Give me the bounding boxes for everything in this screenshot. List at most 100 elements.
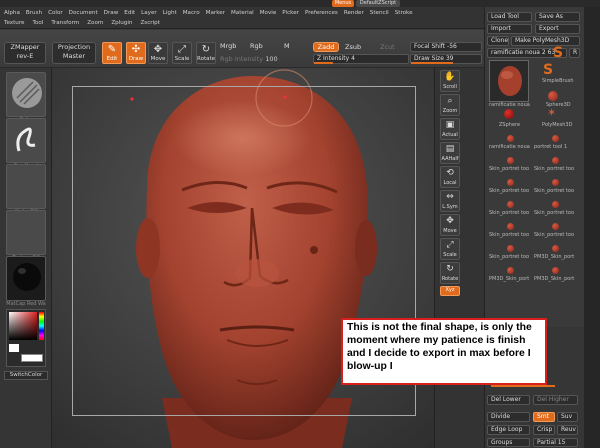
menu-item[interactable]: Picker xyxy=(282,10,299,16)
menu-item[interactable]: Draw xyxy=(104,10,119,16)
aahalf-button[interactable]: ▤ AAHalf xyxy=(440,142,460,164)
z-intensity-slider[interactable]: Z Intensity 4 xyxy=(313,54,409,64)
palette-scrollbar[interactable] xyxy=(584,7,600,448)
sphere3d-icon[interactable] xyxy=(548,91,558,101)
scale-button[interactable]: ⤢ Scale xyxy=(172,42,192,64)
tool-thumbnail-icon[interactable] xyxy=(507,245,514,252)
divide-button[interactable]: Divide xyxy=(487,412,530,422)
save-as-button[interactable]: Save As xyxy=(535,12,580,22)
menu-item[interactable]: Zscript xyxy=(140,20,159,26)
draw-size-slider[interactable]: Draw Size 39 xyxy=(410,54,482,64)
tool-list-item[interactable]: Skin_portret too xyxy=(534,188,574,194)
crisp-button[interactable]: Crisp xyxy=(533,425,555,435)
tool-list-item[interactable]: Skin_portret too xyxy=(489,254,529,260)
zmapper-button[interactable]: ZMapper rev-E xyxy=(4,42,46,64)
tool-list-item[interactable]: portret tool 1 xyxy=(534,144,567,150)
material-tile[interactable] xyxy=(6,256,46,301)
menu-item[interactable]: Preferences xyxy=(305,10,338,16)
partial-slider[interactable]: Partial 15 xyxy=(533,438,578,447)
main-color-swatch[interactable] xyxy=(9,344,19,352)
tool-thumbnail-icon[interactable] xyxy=(507,135,514,142)
menu-item[interactable]: Edit xyxy=(124,10,135,16)
scroll-button[interactable]: ✋ Scroll xyxy=(440,70,460,92)
menu-item[interactable]: Document xyxy=(69,10,98,16)
brush-tile[interactable] xyxy=(6,72,46,117)
groups-button[interactable]: Groups xyxy=(487,438,530,447)
import-button[interactable]: Import xyxy=(487,24,532,34)
del-lower-button[interactable]: Del Lower xyxy=(487,395,530,405)
switch-color-button[interactable]: SwitchColor xyxy=(4,371,48,380)
edge-loop-button[interactable]: Edge Loop xyxy=(487,425,530,435)
tool-thumbnail-icon[interactable] xyxy=(552,135,559,142)
rgb-toggle[interactable]: Rgb xyxy=(250,42,263,50)
move-button[interactable]: ✥ Move xyxy=(440,214,460,236)
menu-item[interactable]: Render xyxy=(344,10,364,16)
focal-shift-slider[interactable]: Focal Shift -56 xyxy=(410,42,482,52)
tool-list-item[interactable]: Skin_portret too xyxy=(489,166,529,172)
menu-item[interactable]: Layer xyxy=(141,10,157,16)
smt-toggle[interactable]: Smt xyxy=(533,412,555,422)
alpha-tile[interactable] xyxy=(6,164,46,209)
tool-thumbnail-icon[interactable] xyxy=(552,201,559,208)
menu-item[interactable]: Stencil xyxy=(370,10,389,16)
simple-brush-icon[interactable]: S xyxy=(543,62,553,78)
tool-thumbnail-icon[interactable] xyxy=(507,179,514,186)
tool-list-item[interactable]: ramificatie noua xyxy=(489,144,530,150)
menu-item[interactable]: Stroke xyxy=(395,10,413,16)
menu-item[interactable]: Brush xyxy=(26,10,42,16)
projection-master-button[interactable]: Projection Master xyxy=(52,42,96,64)
menu-item[interactable]: Macro xyxy=(183,10,200,16)
rotate-button[interactable]: ↻ Rotate xyxy=(440,262,460,284)
stroke-tile[interactable] xyxy=(6,118,46,163)
tool-thumbnail-icon[interactable] xyxy=(552,157,559,164)
lsym-button[interactable]: ⇔ L.Sym xyxy=(440,190,460,212)
mrgb-toggle[interactable]: Mrgb xyxy=(220,42,236,50)
menu-item[interactable]: Marker xyxy=(206,10,225,16)
edit-button[interactable]: ✎ Edit xyxy=(102,42,122,64)
tool-thumbnail-icon[interactable] xyxy=(507,157,514,164)
del-higher-button[interactable]: Del Higher xyxy=(533,395,578,405)
tool-list-item[interactable]: Skin_portret too xyxy=(489,232,529,238)
menu-item[interactable]: Tool xyxy=(32,20,43,26)
tool-list-item[interactable]: Skin_portret too xyxy=(534,166,574,172)
secondary-color-swatch[interactable] xyxy=(21,354,43,362)
zcut-button[interactable]: Zcut xyxy=(380,43,395,51)
current-tool-thumbnail[interactable] xyxy=(489,60,529,102)
color-picker-square[interactable] xyxy=(9,312,37,340)
suv-toggle[interactable]: Suv xyxy=(557,412,578,422)
color-picker[interactable] xyxy=(6,309,46,367)
zsub-button[interactable]: Zsub xyxy=(345,43,361,51)
menus-button[interactable]: Menus xyxy=(332,0,354,7)
tool-list-item[interactable]: Skin_portret too xyxy=(489,210,529,216)
reuv-button[interactable]: Reuv xyxy=(557,425,578,435)
tool-list-item[interactable]: PM3D_Skin_port xyxy=(534,254,574,260)
local-button[interactable]: ⟲ Local xyxy=(440,166,460,188)
m-toggle[interactable]: M xyxy=(284,42,290,50)
move-button[interactable]: ✥ Move xyxy=(148,42,168,64)
zoom-button[interactable]: ⌕ Zoom xyxy=(440,94,460,116)
hue-strip[interactable] xyxy=(39,312,44,340)
clone-button[interactable]: Clone xyxy=(487,36,509,46)
tool-thumbnail-icon[interactable] xyxy=(552,267,559,274)
menu-item[interactable]: Zplugin xyxy=(111,20,132,26)
actual-size-button[interactable]: ▣ Actual xyxy=(440,118,460,140)
menu-item[interactable]: Transform xyxy=(51,20,79,26)
zsphere-icon[interactable] xyxy=(504,109,514,119)
rgb-intensity-slider[interactable]: Rgb Intensity 100 xyxy=(220,55,278,63)
xyz-button[interactable]: Xyz xyxy=(440,286,460,296)
menu-item[interactable]: Light xyxy=(163,10,177,16)
make-polymesh-button[interactable]: Make PolyMesh3D xyxy=(511,36,580,46)
default-zscript-button[interactable]: DefaultZScript xyxy=(356,0,400,7)
menu-item[interactable]: Color xyxy=(48,10,63,16)
tool-thumbnail-icon[interactable] xyxy=(507,201,514,208)
menu-item[interactable]: Material xyxy=(231,10,254,16)
tool-thumbnail-icon[interactable] xyxy=(507,223,514,230)
tool-list-item[interactable]: PM3D_Skin_port xyxy=(534,276,574,282)
menu-item[interactable]: Zoom xyxy=(87,20,103,26)
tool-list-item[interactable]: Skin_portret too xyxy=(489,188,529,194)
tool-thumbnail-icon[interactable] xyxy=(552,245,559,252)
menu-item[interactable]: Movie xyxy=(260,10,277,16)
rotate-button[interactable]: ↻ Rotate xyxy=(196,42,216,64)
tool-thumbnail-icon[interactable] xyxy=(552,179,559,186)
tool-list-item[interactable]: Skin_portret too xyxy=(534,210,574,216)
